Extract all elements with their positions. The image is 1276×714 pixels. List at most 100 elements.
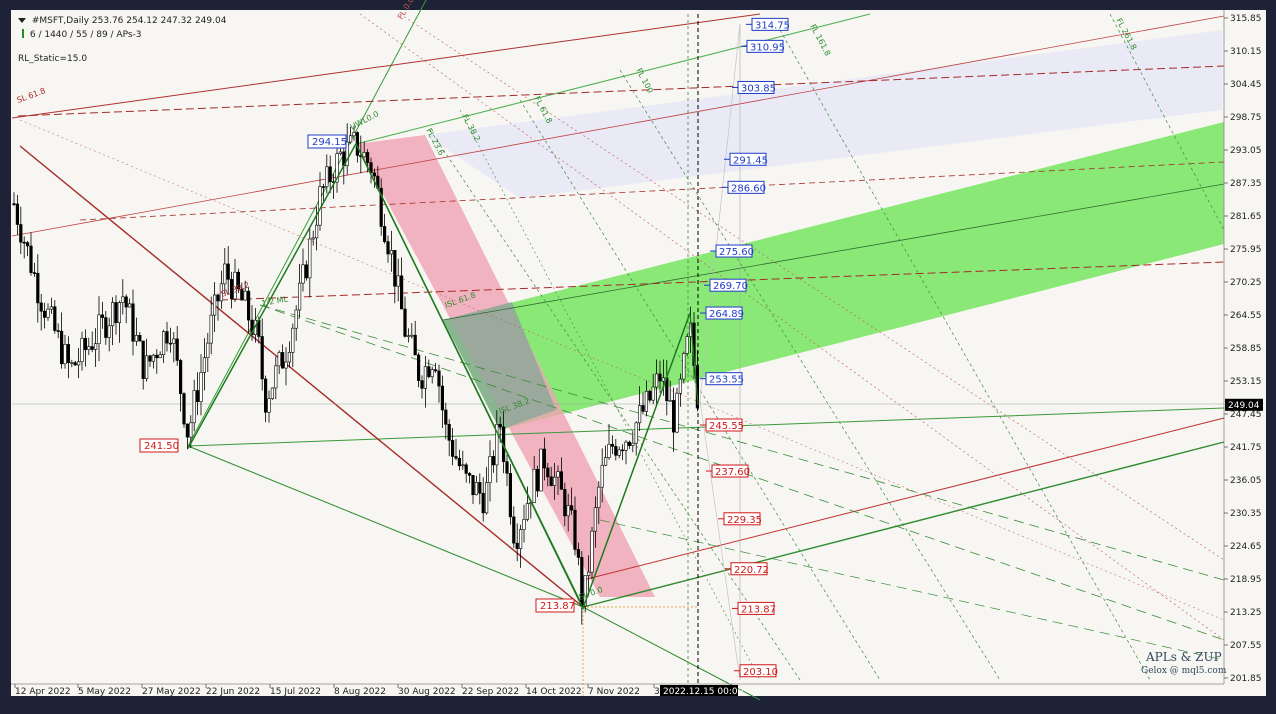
candle-body <box>284 361 288 369</box>
candle-body <box>593 507 597 532</box>
candle-body <box>172 338 176 344</box>
candle-body <box>202 357 207 373</box>
y-tick-label: 258.85 <box>1230 344 1262 354</box>
y-tick-label: 270.25 <box>1230 278 1262 288</box>
candle-body <box>372 172 377 177</box>
candle-body <box>70 362 74 364</box>
candle-body <box>457 457 462 467</box>
level-label[interactable]: 203.10 <box>734 664 778 678</box>
level-label[interactable]: 291.45 <box>724 152 768 166</box>
candle-body <box>668 400 672 402</box>
symbol-info: #MSFT,Daily 253.76 254.12 247.32 249.04 <box>18 16 226 26</box>
candle-body <box>423 366 428 389</box>
candle-body <box>481 492 485 514</box>
x-tick-label: 22 Jun 2022 <box>206 687 260 697</box>
candle-body <box>362 152 366 158</box>
level-label[interactable]: 275.60 <box>710 244 754 258</box>
level-text: 310.95 <box>750 42 785 53</box>
candle-body <box>36 272 40 304</box>
level-label[interactable]: 264.89 <box>700 306 744 320</box>
candle-body <box>406 335 411 338</box>
level-label[interactable]: 314.75 <box>746 17 790 31</box>
y-tick-label: 298.75 <box>1230 113 1262 123</box>
candle-body <box>216 294 220 302</box>
candle-body <box>121 296 125 303</box>
candle-body <box>508 472 513 518</box>
candle-body <box>522 519 526 530</box>
candle-body <box>107 325 111 338</box>
candle-body <box>675 392 679 433</box>
level-label[interactable]: 253.55 <box>700 372 744 386</box>
level-label[interactable]: 286.60 <box>722 180 766 194</box>
candle-body <box>206 342 210 359</box>
dropdown-icon[interactable] <box>18 18 26 23</box>
candle-body <box>444 409 448 425</box>
candle-body <box>637 405 642 424</box>
level-label[interactable]: 220.72 <box>725 562 769 576</box>
candle-body <box>223 263 227 285</box>
candle-body <box>192 390 196 424</box>
level-label[interactable]: 269.70 <box>704 278 748 292</box>
y-tick-label: 224.65 <box>1230 542 1262 552</box>
candle-body <box>325 166 329 188</box>
level-label[interactable]: 229.35 <box>718 512 762 526</box>
candle-body <box>576 549 580 558</box>
zigzag-label-text: 294.15 <box>312 137 347 148</box>
candle-body <box>644 390 648 412</box>
level-label[interactable]: 303.85 <box>732 80 776 94</box>
level-text: 245.55 <box>709 421 744 432</box>
candle-body <box>175 338 179 361</box>
y-tick-label: 201.85 <box>1230 674 1262 684</box>
x-tick-label: 3 <box>654 687 660 697</box>
level-text: 269.70 <box>713 281 748 292</box>
watermark-title: APLs & ZUP <box>1146 650 1222 664</box>
candle <box>508 464 513 525</box>
candle-body <box>274 365 278 389</box>
candle-body <box>270 387 275 399</box>
candle-body <box>389 250 394 255</box>
level-label[interactable]: 213.87 <box>732 601 776 615</box>
candle-body <box>134 334 139 342</box>
candle <box>270 387 275 400</box>
y-tick-label: 207.55 <box>1230 641 1262 651</box>
level-label[interactable]: 245.55 <box>700 418 744 432</box>
candle-body <box>155 354 159 359</box>
candle-body <box>263 378 268 413</box>
candle-body <box>124 296 128 308</box>
candle-body <box>308 238 312 279</box>
candle-body <box>138 334 142 342</box>
candle-body <box>352 132 356 137</box>
x-tick-label: 12 Apr 2022 <box>15 687 71 697</box>
candle-body <box>393 250 397 287</box>
candle-body <box>440 385 445 411</box>
x-tick-label: 8 Aug 2022 <box>334 687 386 697</box>
level-label[interactable]: 237.60 <box>706 464 750 478</box>
candle-body <box>450 440 455 457</box>
candle-body <box>624 441 628 451</box>
candle-body <box>39 302 43 312</box>
price-chart[interactable]: UWL0.0SL 61.8SL 38.21/2 ML ISL 61.8FL 23.… <box>0 0 1276 714</box>
candle-body <box>151 354 156 362</box>
candle-body <box>549 476 553 486</box>
level-text: 275.60 <box>719 247 754 258</box>
candle-body <box>83 337 87 350</box>
zigzag-label-text: 213.87 <box>540 601 575 612</box>
level-label[interactable]: 310.95 <box>741 39 785 53</box>
candle-body <box>145 355 149 379</box>
level-text: 314.75 <box>755 20 790 31</box>
candle-body <box>182 393 186 425</box>
level-text: 264.89 <box>709 309 744 320</box>
candle-body <box>474 482 479 496</box>
indicator-info: 6 / 1440 / 55 / 89 / APs-3 <box>22 29 142 40</box>
x-tick-label: 30 Aug 2022 <box>398 687 456 697</box>
candle-body <box>515 542 519 549</box>
candle-body <box>484 482 489 514</box>
candle-body <box>111 302 115 327</box>
candle-body <box>467 473 472 476</box>
candle-body <box>535 469 540 492</box>
candle-body <box>19 224 23 243</box>
candle <box>590 526 594 580</box>
candle-body <box>620 449 625 452</box>
candle-body <box>291 327 295 353</box>
candle-body <box>365 152 370 163</box>
